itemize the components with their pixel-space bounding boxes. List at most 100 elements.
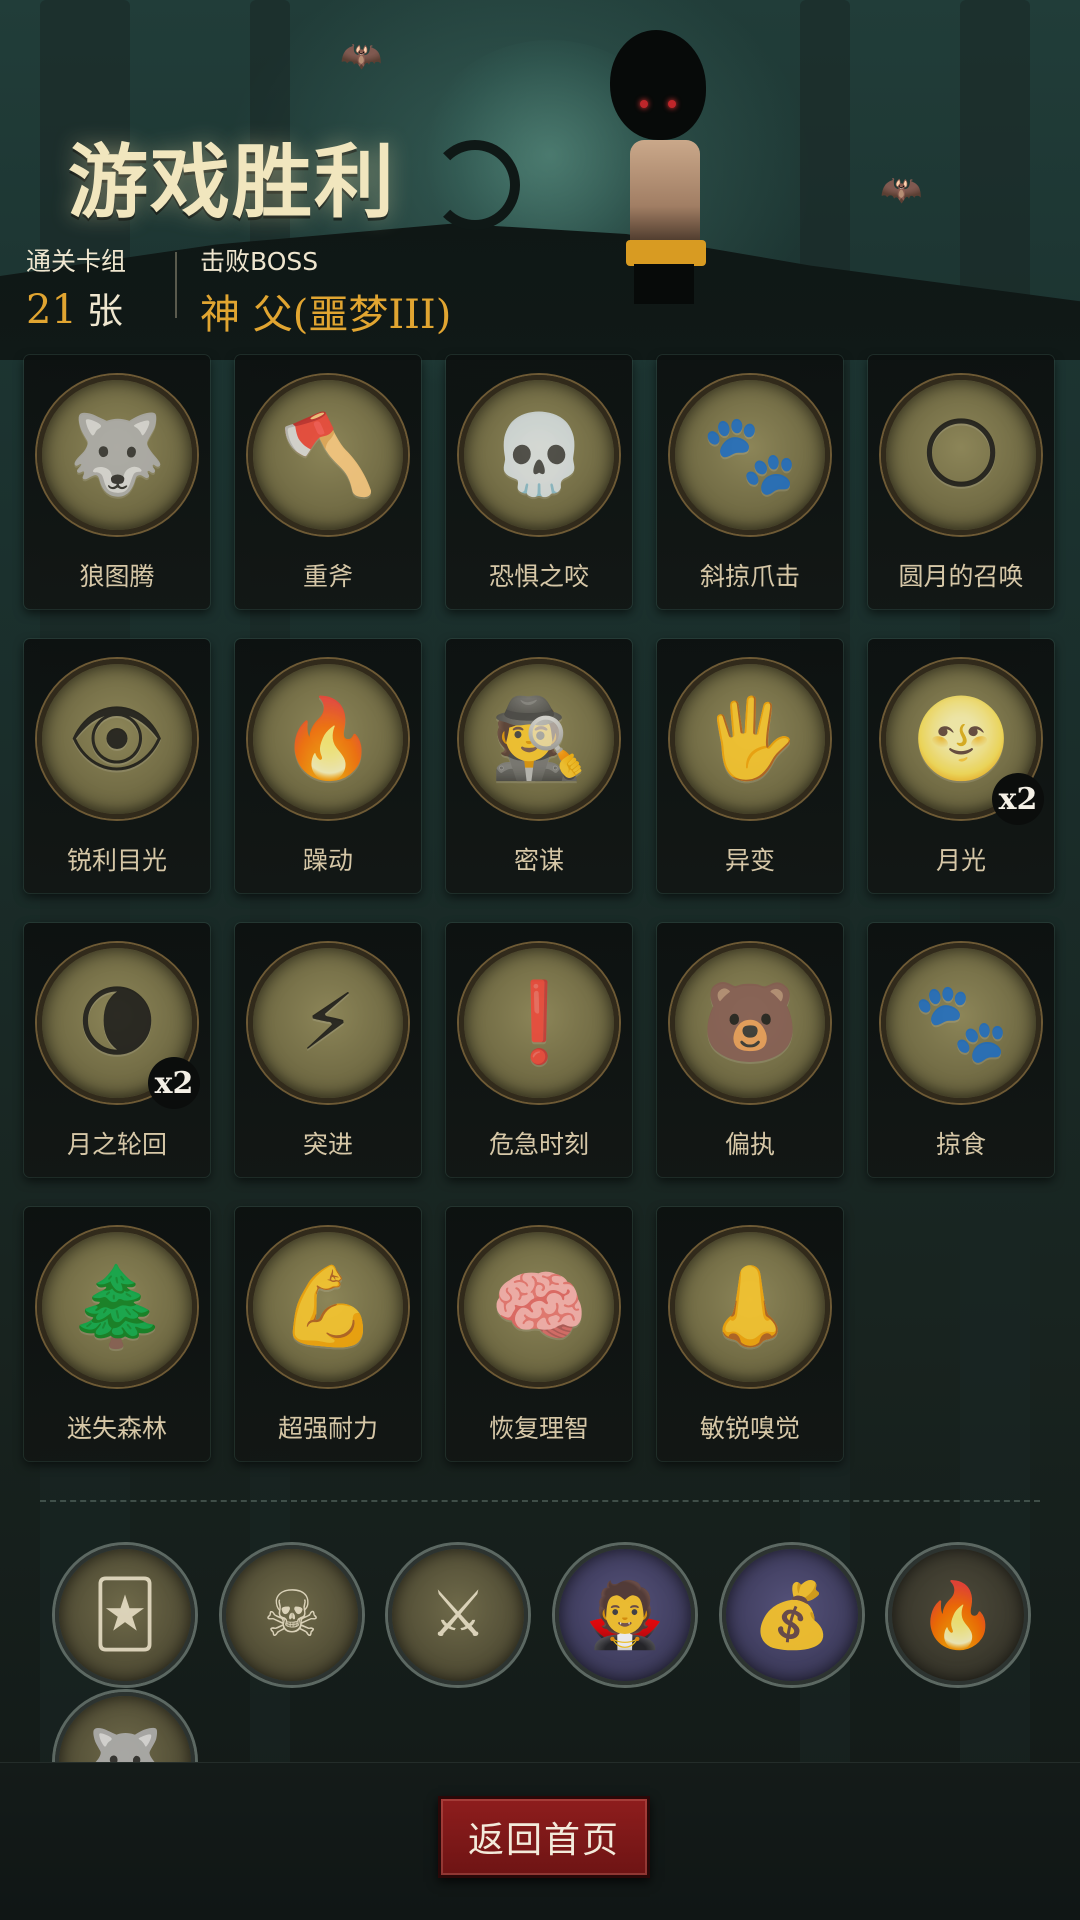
boss-label: 击败BOSS — [200, 247, 319, 276]
card-art: 🔥 — [248, 659, 408, 819]
card-name: 危急时刻 — [488, 1130, 589, 1159]
wolf-totem-icon: 🐺 — [68, 410, 166, 500]
hero-head — [610, 30, 706, 140]
hero-legs — [634, 264, 694, 304]
card-name: 月光 — [935, 846, 986, 875]
card-art: 👁 — [37, 659, 197, 819]
card-name: 偏执 — [724, 1130, 775, 1159]
deck-card[interactable]: 🐻 偏执 — [657, 923, 843, 1177]
transformation-icon: 🖐 — [701, 694, 799, 784]
card-art: 🐺 — [37, 375, 197, 535]
deck-card[interactable]: 🔥 躁动 — [235, 639, 421, 893]
card-name: 异变 — [724, 846, 775, 875]
card-art: 🌕 — [881, 375, 1041, 535]
boss-stat: 击败BOSS 神 父(噩梦III) — [200, 242, 451, 340]
return-home-button[interactable]: 返回首页 — [438, 1796, 650, 1878]
predator-icon: 🐾 — [912, 978, 1010, 1068]
hero-character — [590, 20, 730, 304]
moonlight-icon: 🌝 — [912, 694, 1010, 784]
endurance-icon: 💪 — [279, 1262, 377, 1352]
axe-icon: 🪓 — [279, 410, 377, 500]
deck-value: 21 张 — [26, 282, 126, 334]
deck-card[interactable]: 👁 锐利目光 — [24, 639, 210, 893]
paranoia-icon: 🐻 — [701, 978, 799, 1068]
relic-item[interactable]: 🃏 — [55, 1545, 195, 1685]
bat-icon: 🦇 — [880, 170, 923, 210]
boss-name: 神 父(噩梦III) — [200, 292, 452, 338]
relic-item[interactable]: 💰 — [722, 1545, 862, 1685]
card-name: 躁动 — [302, 846, 353, 875]
deck-card[interactable]: 🌘 月之轮回 x2 — [24, 923, 210, 1177]
skull-icon: 💀 — [490, 410, 588, 500]
deck-card-grid: 🐺 狼图腾 🪓 重斧 💀 恐惧之咬 🐾 斜掠爪击 🌕 圆月的召唤 👁 锐利目光 🔥 躁动 🕵 密谋 🖐 异变 🌝 月光… — [24, 355, 1056, 1461]
critical-moment-icon: ❗ — [490, 978, 588, 1068]
hero-belt — [626, 240, 706, 266]
deck-card[interactable]: 🖐 异变 — [657, 639, 843, 893]
card-art: ⚡ — [248, 943, 408, 1103]
relic-item[interactable]: 🔥 — [888, 1545, 1028, 1685]
deck-card[interactable]: 💪 超强耐力 — [235, 1207, 421, 1461]
relic-item[interactable]: ☠ — [222, 1545, 362, 1685]
hand-cards-icon: 🃏 — [92, 1578, 158, 1652]
card-art: 🖐 — [670, 659, 830, 819]
card-name: 敏锐嗅觉 — [699, 1414, 800, 1443]
card-art: 💀 — [459, 375, 619, 535]
stat-divider — [175, 252, 177, 318]
lost-forest-icon: 🌲 — [68, 1262, 166, 1352]
hero-eye — [640, 100, 648, 108]
swirl-decoration — [430, 140, 520, 230]
card-art: 🪓 — [248, 375, 408, 535]
victory-title: 游戏胜利 — [68, 135, 396, 229]
deck-card[interactable]: 💀 恐惧之咬 — [446, 355, 632, 609]
relic-item[interactable]: ⚔ — [388, 1545, 528, 1685]
card-art: 👃 — [670, 1227, 830, 1387]
deck-unit: 张 — [86, 291, 123, 332]
sanity-icon: 🧠 — [490, 1262, 588, 1352]
relic-item[interactable]: 🧛 — [555, 1545, 695, 1685]
card-name: 锐利目光 — [66, 846, 167, 875]
card-art: ❗ — [459, 943, 619, 1103]
deck-card[interactable]: ⚡ 突进 — [235, 923, 421, 1177]
card-name: 超强耐力 — [277, 1414, 378, 1443]
deck-card[interactable]: 🪓 重斧 — [235, 355, 421, 609]
bat-icon: 🦇 — [340, 36, 383, 76]
card-count-badge: x2 — [992, 773, 1044, 825]
vampire-icon: 🧛 — [585, 1578, 665, 1653]
deck-card[interactable]: 👃 敏锐嗅觉 — [657, 1207, 843, 1461]
werewolf-eyes-icon: 👁 — [67, 694, 167, 784]
keen-smell-icon: 👃 — [701, 1262, 799, 1352]
card-name: 圆月的召唤 — [898, 562, 1024, 591]
blades-icon: ⚔ — [429, 1578, 487, 1652]
card-name: 迷失森林 — [66, 1414, 167, 1443]
claw-icon: 🐾 — [701, 410, 799, 500]
card-name: 密谋 — [513, 846, 564, 875]
moon-phases-icon: 🌘 — [76, 978, 158, 1068]
pirate-card-icon: ☠ — [263, 1578, 321, 1652]
gold-coins-icon: 💰 — [752, 1578, 832, 1653]
card-art: 🐻 — [670, 943, 830, 1103]
rage-icon: 🔥 — [279, 694, 377, 784]
deck-card[interactable]: 🐺 狼图腾 — [24, 355, 210, 609]
card-count-badge: x2 — [148, 1057, 200, 1109]
card-art: 🐾 — [670, 375, 830, 535]
deck-card[interactable]: 🌝 月光 x2 — [868, 639, 1054, 893]
card-name: 掠食 — [935, 1130, 986, 1159]
lunge-icon: ⚡ — [300, 978, 356, 1068]
card-name: 斜掠爪击 — [699, 562, 800, 591]
deck-stat: 通关卡组 21 张 — [26, 242, 126, 334]
deck-card[interactable]: 🌕 圆月的召唤 — [868, 355, 1054, 609]
deck-card[interactable]: 🧠 恢复理智 — [446, 1207, 632, 1461]
deck-card[interactable]: ❗ 危急时刻 — [446, 923, 632, 1177]
hero-eye — [668, 100, 676, 108]
card-art: 🕵 — [459, 659, 619, 819]
hooded-figures-icon: 🕵 — [490, 694, 588, 784]
card-name: 月之轮回 — [66, 1130, 167, 1159]
deck-card[interactable]: 🐾 斜掠爪击 — [657, 355, 843, 609]
card-name: 突进 — [302, 1130, 353, 1159]
card-art: 🐾 — [881, 943, 1041, 1103]
card-name: 恐惧之咬 — [488, 562, 589, 591]
deck-card[interactable]: 🕵 密谋 — [446, 639, 632, 893]
full-moon-icon: 🌕 — [920, 410, 1002, 500]
deck-card[interactable]: 🐾 掠食 — [868, 923, 1054, 1177]
deck-card[interactable]: 🌲 迷失森林 — [24, 1207, 210, 1461]
